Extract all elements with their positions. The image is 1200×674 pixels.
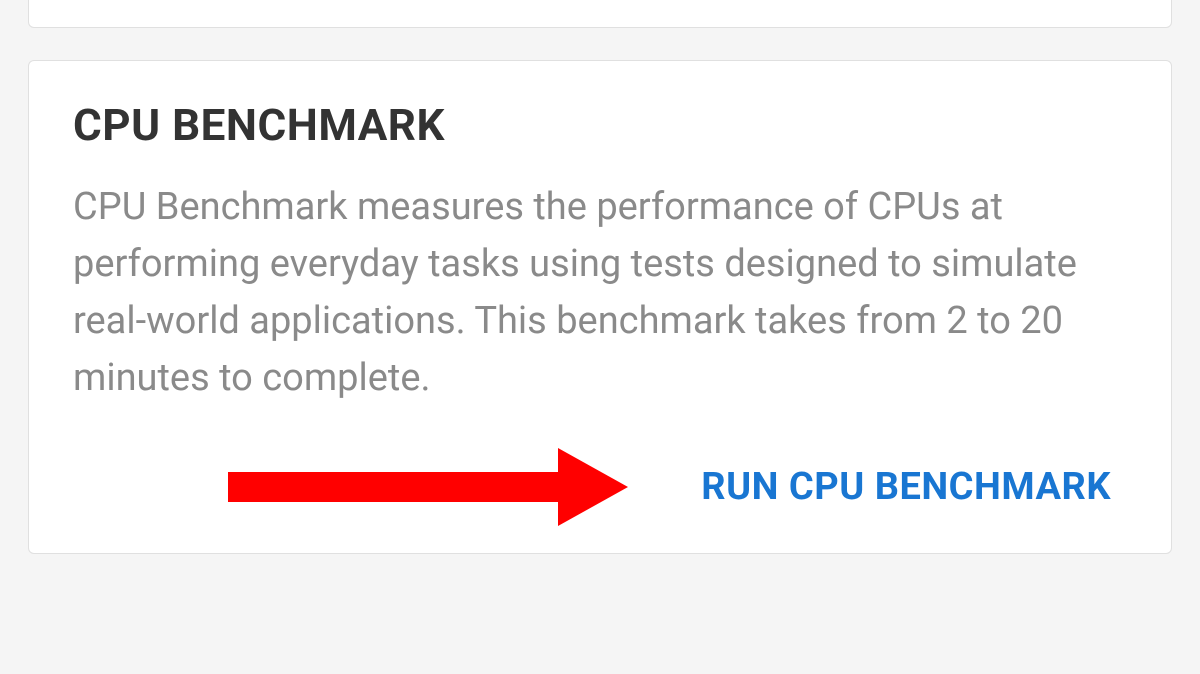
- previous-card-partial: [28, 0, 1172, 28]
- card-title: CPU BENCHMARK: [73, 99, 1127, 151]
- card-description: CPU Benchmark measures the performance o…: [73, 179, 1127, 407]
- card-actions: RUN CPU BENCHMARK: [73, 457, 1127, 517]
- run-cpu-benchmark-button[interactable]: RUN CPU BENCHMARK: [685, 457, 1127, 517]
- cpu-benchmark-card: CPU BENCHMARK CPU Benchmark measures the…: [28, 60, 1172, 554]
- arrow-right-icon: [228, 448, 628, 526]
